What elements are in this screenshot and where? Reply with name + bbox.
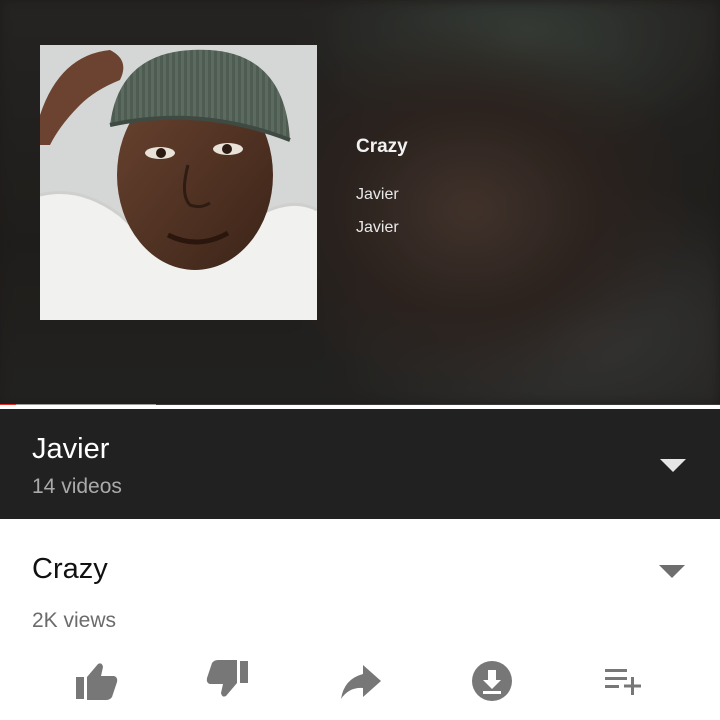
caret-down-icon[interactable] [660, 459, 686, 472]
dislike-button[interactable] [198, 659, 258, 709]
playlist-video-count: 14 videos [32, 475, 122, 498]
progress-played [0, 404, 16, 405]
share-button[interactable] [330, 659, 390, 709]
add-to-playlist-button[interactable] [594, 659, 654, 709]
like-button[interactable] [66, 659, 126, 709]
card-artist-name: Javier [356, 186, 399, 203]
progress-bar[interactable] [0, 404, 720, 405]
thumbs-up-icon [76, 663, 118, 700]
thumbs-down-icon [206, 660, 248, 697]
add-to-playlist-icon [605, 669, 641, 695]
caret-down-icon[interactable] [659, 565, 685, 578]
playlist-title: Javier [32, 433, 110, 465]
view-count: 2K views [32, 609, 117, 632]
download-icon [472, 661, 512, 701]
action-bar [0, 659, 720, 709]
playlist-header[interactable]: Javier 14 videos [0, 409, 720, 519]
card-song-title: Crazy [356, 136, 408, 157]
video-info: Crazy 2K views [0, 519, 720, 720]
video-player[interactable]: Crazy Javier Javier [0, 0, 720, 405]
share-icon [341, 665, 381, 699]
download-button[interactable] [462, 659, 522, 709]
card-album-name: Javier [356, 219, 399, 236]
progress-buffered [0, 404, 157, 405]
video-title: Crazy [32, 553, 108, 585]
album-cover [40, 45, 317, 320]
